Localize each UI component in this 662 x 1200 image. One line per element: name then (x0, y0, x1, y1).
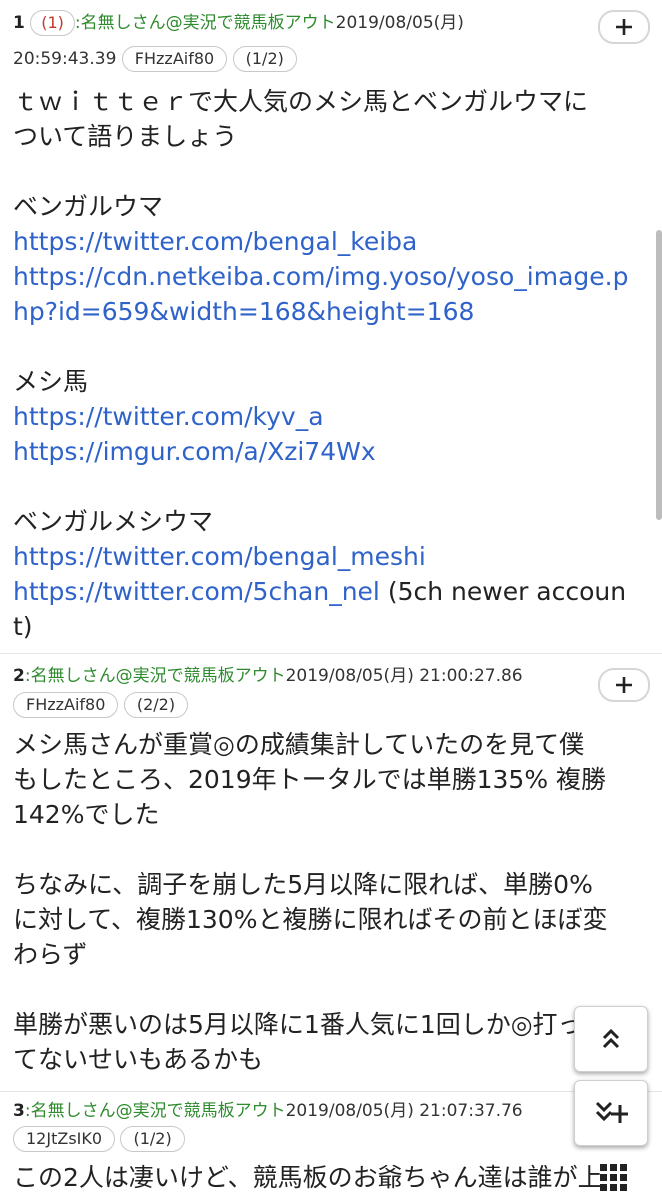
body-line (13, 154, 643, 189)
post-divider (0, 1091, 662, 1092)
body-link[interactable]: https://twitter.com/kyv_a (13, 399, 643, 434)
body-line: ちなみに、調子を崩した5月以降に限れば、単勝0% (13, 870, 593, 899)
post-number[interactable]: 1 (13, 13, 25, 33)
double-chevron-up-icon (602, 1028, 620, 1049)
body-line-mixed: https://twitter.com/5chan_nel (5ch newer… (13, 574, 643, 609)
body-line: わらず (13, 940, 88, 969)
post-meta: 12JtZsIK0 (1/2) (13, 1126, 185, 1152)
poster-name: :名無しさん@実況で競馬板アウト (24, 666, 286, 686)
post-header: 2:名無しさん@実況で競馬板アウト2019/08/05(月) 21:00:27.… (13, 664, 523, 688)
post-number[interactable]: 3 (13, 1101, 25, 1121)
body-line: てないせいもあるかも (13, 1045, 264, 1074)
poster-name: :名無しさん@実況で競馬板アウト (74, 13, 336, 33)
body-line: 単勝が悪いのは5月以降に1番人気に1回しか◎打っ (13, 1010, 583, 1039)
thread-page: 1 (1):名無しさん@実況で競馬板アウト2019/08/05(月) 20:59… (0, 0, 662, 1200)
post-date: 2019/08/05(月) 21:00:27.86 (285, 666, 523, 686)
post-meta: 20:59:43.39 FHzzAif80 (1/2) (13, 46, 297, 72)
post-meta: FHzzAif80 (2/2) (13, 692, 189, 718)
post-divider (0, 653, 662, 654)
body-line: この2人は凄いけど、競馬板のお爺ちゃん達は誰が上 (13, 1163, 603, 1192)
post-header: 3:名無しさん@実況で競馬板アウト2019/08/05(月) 21:07:37.… (13, 1099, 523, 1123)
add-reply-button[interactable] (598, 10, 650, 44)
poster-name: :名無しさん@実況で競馬板アウト (24, 1101, 286, 1121)
post-body: ｔｗｉｔｔｅｒで大人気のメシ馬とベンガルウマに ついて語りましょう ベンガルウマ… (13, 84, 643, 644)
scroll-to-top-button[interactable] (574, 1006, 648, 1072)
post-count-badge[interactable]: (1/2) (120, 1126, 185, 1152)
body-line: 142%でした (13, 800, 160, 829)
post-count-badge[interactable]: (2/2) (123, 692, 189, 718)
post-header: 1 (1):名無しさん@実況で競馬板アウト2019/08/05(月) (13, 10, 464, 36)
body-line: メシ馬さんが重賞◎の成績集計していたのを見て僕 (13, 730, 585, 759)
body-link[interactable]: https://cdn.netkeiba.com/img.yoso/yoso_i… (13, 259, 643, 294)
plus-icon (616, 19, 632, 35)
body-line: もしたところ、2019年トータルでは単勝135% 複勝 (13, 765, 607, 794)
body-line: ｔｗｉｔｔｅｒで大人気のメシ馬とベンガルウマに (13, 87, 589, 116)
body-line (13, 972, 643, 1007)
add-reply-button[interactable] (598, 668, 650, 702)
body-line (13, 832, 643, 867)
body-link[interactable]: https://imgur.com/a/Xzi74Wx (13, 434, 643, 469)
post-date: 2019/08/05(月) (335, 13, 464, 33)
body-line (13, 329, 643, 364)
poster-id-badge[interactable]: FHzzAif80 (13, 692, 119, 718)
post-count-badge[interactable]: (1/2) (232, 46, 297, 72)
body-link[interactable]: https://twitter.com/bengal_keiba (13, 224, 643, 259)
body-line: ベンガルウマ (13, 192, 164, 221)
post-time: 20:59:43.39 (13, 49, 117, 69)
body-text-suffix: (5ch newer accoun (379, 577, 627, 606)
scrollbar-thumb[interactable] (656, 230, 662, 520)
post-number[interactable]: 2 (13, 666, 25, 686)
body-link[interactable]: hp?id=659&width=168&height=168 (13, 294, 643, 329)
body-link[interactable]: https://twitter.com/5chan_nel (13, 577, 380, 606)
poster-id-badge[interactable]: FHzzAif80 (121, 46, 228, 72)
poster-id-badge[interactable]: 12JtZsIK0 (13, 1126, 116, 1152)
body-line: ベンガルメシウマ (13, 507, 214, 536)
body-line: メシ馬 (13, 367, 89, 396)
body-line: t) (13, 612, 33, 641)
body-line (13, 469, 643, 504)
plus-icon (616, 677, 632, 693)
post-body: この2人は凄いけど、競馬板のお爺ちゃん達は誰が上 (13, 1160, 643, 1195)
body-line: に対して、複勝130%と複勝に限ればその前とほぼ変 (13, 905, 608, 934)
post-body: メシ馬さんが重賞◎の成績集計していたのを見て僕 もしたところ、2019年トータル… (13, 727, 643, 1077)
post-date: 2019/08/05(月) 21:07:37.76 (285, 1101, 523, 1121)
body-link[interactable]: https://twitter.com/bengal_meshi (13, 539, 643, 574)
double-chevron-down-plus-icon (595, 1101, 628, 1123)
scroll-to-bottom-button[interactable] (574, 1080, 648, 1146)
body-line: ついて語りましょう (13, 122, 238, 151)
reply-count-badge[interactable]: (1) (30, 10, 75, 36)
grid-icon[interactable] (598, 1162, 628, 1200)
